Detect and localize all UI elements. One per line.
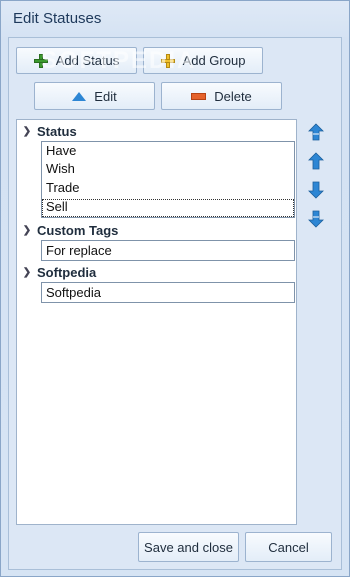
list-item-selected[interactable]: Sell bbox=[41, 198, 295, 218]
group-custom-tags[interactable]: ❯ Custom Tags bbox=[17, 221, 119, 239]
delete-button[interactable]: Delete bbox=[161, 82, 282, 110]
move-to-bottom-icon[interactable] bbox=[307, 210, 325, 228]
add-group-label: Add Group bbox=[182, 53, 246, 68]
list-item[interactable]: Trade bbox=[41, 179, 295, 198]
collapse-chevron-icon[interactable]: ❯ bbox=[17, 225, 37, 236]
group-status[interactable]: ❯ Status bbox=[17, 122, 77, 140]
edit-icon bbox=[72, 91, 87, 101]
delete-icon bbox=[191, 92, 207, 100]
list-item[interactable]: Wish bbox=[41, 160, 295, 179]
group-softpedia[interactable]: ❯ Softpedia bbox=[17, 263, 96, 281]
group-label: Softpedia bbox=[37, 264, 97, 280]
edit-label: Edit bbox=[94, 88, 117, 104]
add-status-button[interactable]: Add Status bbox=[16, 47, 137, 74]
add-group-icon bbox=[160, 53, 175, 68]
cancel-button[interactable]: Cancel bbox=[245, 532, 332, 562]
add-icon bbox=[33, 53, 48, 68]
move-up-icon[interactable] bbox=[307, 152, 325, 170]
group-label: Custom Tags bbox=[37, 222, 119, 238]
edit-button[interactable]: Edit bbox=[34, 82, 155, 110]
save-and-close-button[interactable]: Save and close bbox=[138, 532, 239, 562]
list-item[interactable]: Softpedia bbox=[41, 282, 295, 303]
delete-label: Delete bbox=[214, 88, 252, 104]
list-item[interactable]: For replace bbox=[41, 240, 295, 261]
move-down-icon[interactable] bbox=[307, 181, 325, 199]
window-title: Edit Statuses bbox=[13, 10, 102, 27]
list-item[interactable]: Have bbox=[41, 141, 295, 160]
edit-statuses-window: Edit Statuses Add Status Add Group SOFTP… bbox=[0, 0, 350, 577]
add-group-button[interactable]: Add Group bbox=[143, 47, 263, 74]
move-to-top-icon[interactable] bbox=[307, 123, 325, 141]
collapse-chevron-icon[interactable]: ❯ bbox=[17, 267, 37, 278]
status-tree-list[interactable]: ❯ Status Have Wish Trade Sell ❯ Custom T… bbox=[16, 119, 297, 525]
add-status-label: Add Status bbox=[55, 53, 120, 68]
group-label: Status bbox=[37, 123, 77, 139]
collapse-chevron-icon[interactable]: ❯ bbox=[17, 126, 37, 137]
